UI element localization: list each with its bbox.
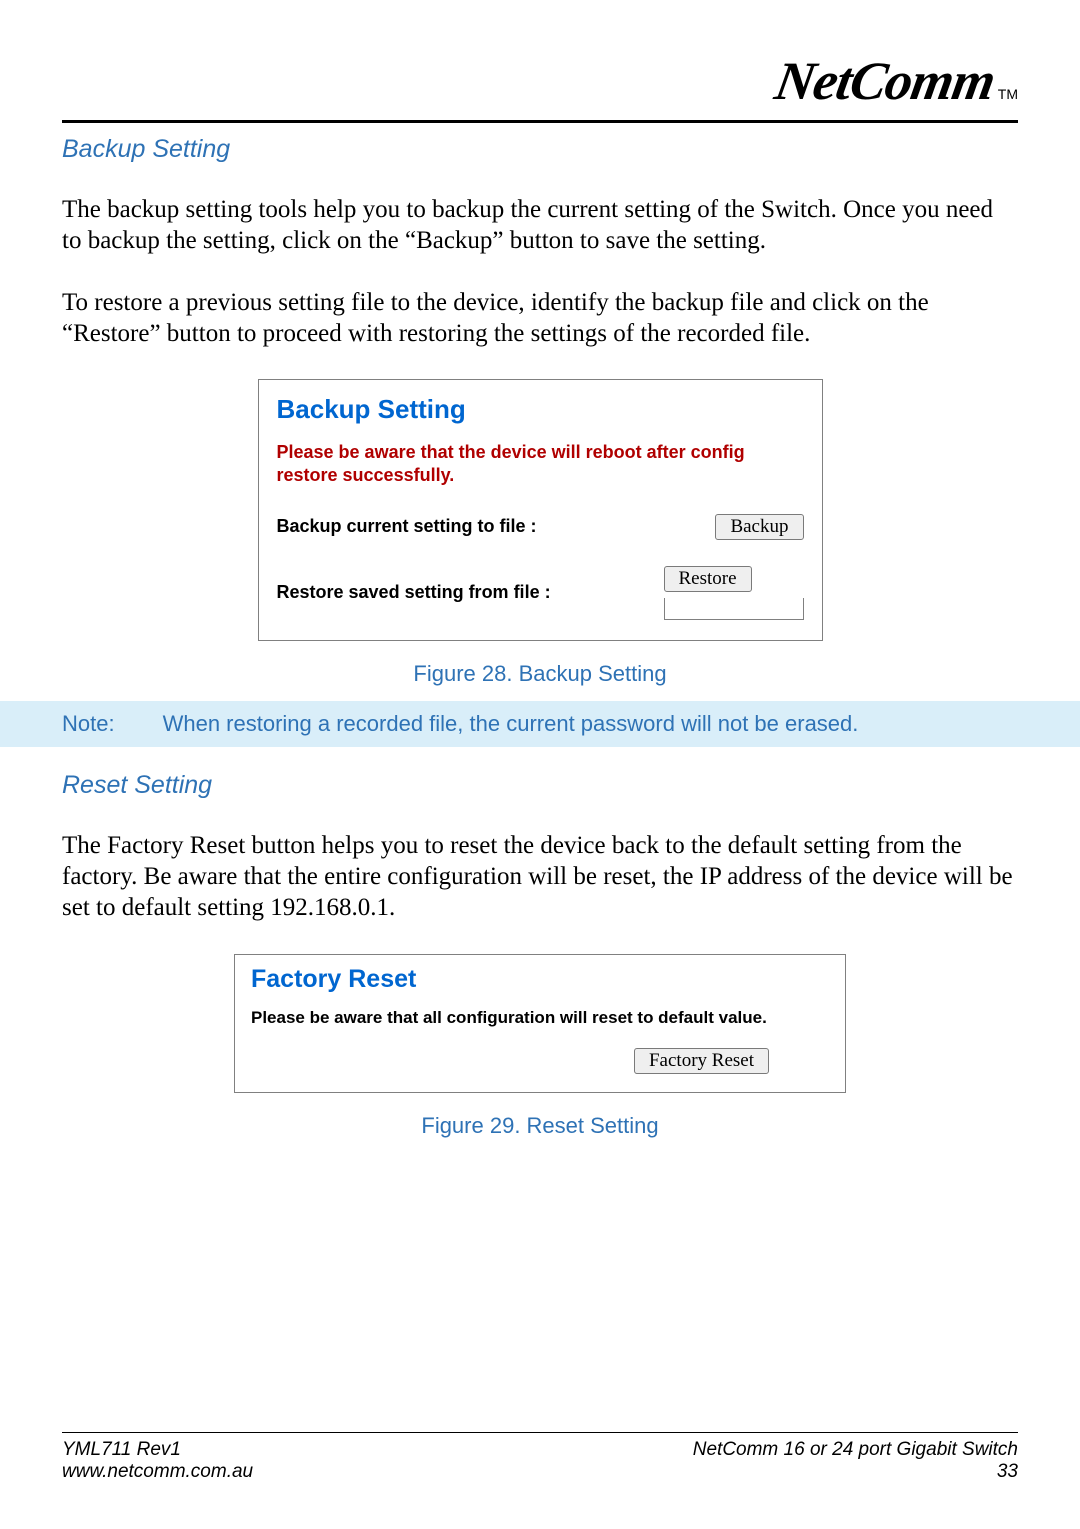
backup-setting-heading: Backup Setting xyxy=(62,135,1018,164)
reset-setting-heading: Reset Setting xyxy=(62,771,1018,800)
restore-file-input[interactable] xyxy=(664,598,804,620)
backup-paragraph-1: The backup setting tools help you to bac… xyxy=(62,194,1018,257)
footer-divider xyxy=(62,1432,1018,1433)
note-label: Note: xyxy=(62,711,115,737)
page-footer: YML711 Rev1 www.netcomm.com.au NetComm 1… xyxy=(62,1432,1018,1483)
panel-title: Factory Reset xyxy=(251,965,829,994)
panel-title: Backup Setting xyxy=(277,394,804,425)
panel-reboot-warning: Please be aware that the device will reb… xyxy=(277,441,804,488)
figure-28-caption: Figure 28. Backup Setting xyxy=(62,661,1018,687)
figure-29-caption: Figure 29. Reset Setting xyxy=(62,1113,1018,1139)
note-text: When restoring a recorded file, the curr… xyxy=(163,711,1018,737)
backup-button[interactable]: Backup xyxy=(715,514,803,540)
footer-product: NetComm 16 or 24 port Gigabit Switch xyxy=(693,1439,1018,1461)
restore-from-file-label: Restore saved setting from file : xyxy=(277,582,551,603)
footer-page-number: 33 xyxy=(693,1461,1018,1483)
restore-button[interactable]: Restore xyxy=(664,566,752,592)
netcomm-logo: NetComm xyxy=(770,50,999,112)
factory-reset-button[interactable]: Factory Reset xyxy=(634,1048,769,1074)
trademark-symbol: TM xyxy=(998,86,1018,102)
page-header: NetComm TM xyxy=(62,50,1018,112)
backup-to-file-label: Backup current setting to file : xyxy=(277,516,537,537)
note-box: Note: When restoring a recorded file, th… xyxy=(0,701,1080,747)
header-divider xyxy=(62,120,1018,123)
panel-reset-warning: Please be aware that all configuration w… xyxy=(251,1008,829,1028)
backup-paragraph-2: To restore a previous setting file to th… xyxy=(62,287,1018,350)
footer-doc-id: YML711 Rev1 xyxy=(62,1439,253,1461)
backup-setting-panel: Backup Setting Please be aware that the … xyxy=(258,379,823,641)
factory-reset-panel: Factory Reset Please be aware that all c… xyxy=(234,954,846,1093)
reset-paragraph: The Factory Reset button helps you to re… xyxy=(62,830,1018,924)
footer-url: www.netcomm.com.au xyxy=(62,1461,253,1483)
